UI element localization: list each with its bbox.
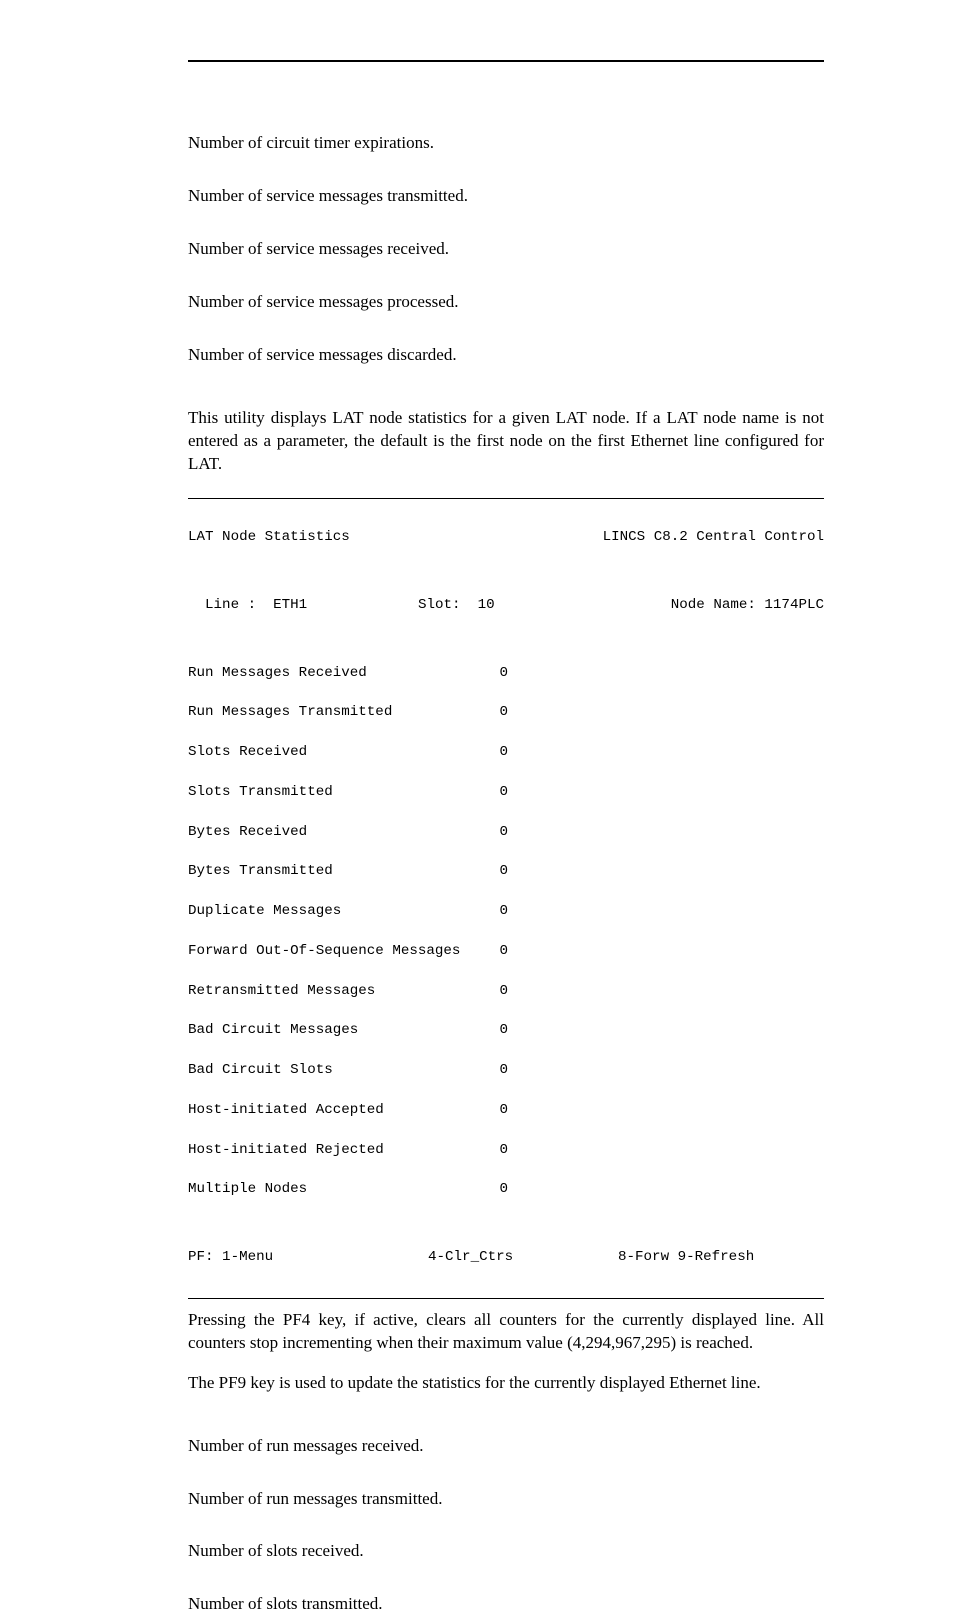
table-row: Retransmitted Messages0	[188, 982, 824, 1002]
table-row: Bytes Received0	[188, 823, 824, 843]
def-slots-transmitted: Number of slots transmitted.	[188, 1593, 824, 1616]
row-value: 0	[488, 1101, 508, 1121]
term-node-field: Node Name: 1174PLC	[671, 596, 824, 616]
row-value: 0	[488, 823, 508, 843]
term-slot-field: Slot: 10	[418, 596, 588, 616]
row-value: 0	[488, 1141, 508, 1161]
row-label: Run Messages Received	[188, 664, 488, 684]
pf9-note: The PF9 key is used to update the statis…	[188, 1372, 824, 1395]
def-circuit-timer: Number of circuit timer expirations.	[188, 132, 824, 155]
row-value: 0	[488, 664, 508, 684]
row-value: 0	[488, 902, 508, 922]
row-label: Bad Circuit Messages	[188, 1021, 488, 1041]
table-row: Host-initiated Rejected0	[188, 1141, 824, 1161]
row-value: 0	[488, 1061, 508, 1081]
row-label: Bytes Transmitted	[188, 862, 488, 882]
terminal-panel: LAT Node Statistics LINCS C8.2 Central Co…	[188, 498, 824, 1299]
row-value: 0	[488, 1180, 508, 1200]
def-svc-received: Number of service messages received.	[188, 238, 824, 261]
row-label: Host-initiated Rejected	[188, 1141, 488, 1161]
pf-clr: 4-Clr_Ctrs	[428, 1248, 618, 1268]
def-slots-received: Number of slots received.	[188, 1540, 824, 1563]
row-label: Duplicate Messages	[188, 902, 488, 922]
row-value: 0	[488, 1021, 508, 1041]
term-system: LINCS C8.2 Central Control	[603, 528, 824, 548]
row-value: 0	[488, 783, 508, 803]
pf-forw-refresh: 8-Forw 9-Refresh	[618, 1248, 754, 1268]
row-value: 0	[488, 743, 508, 763]
def-svc-processed: Number of service messages processed.	[188, 291, 824, 314]
row-label: Multiple Nodes	[188, 1180, 488, 1200]
row-label: Retransmitted Messages	[188, 982, 488, 1002]
table-row: Duplicate Messages0	[188, 902, 824, 922]
page: Number of circuit timer expirations. Num…	[0, 0, 954, 1235]
table-row: Slots Transmitted0	[188, 783, 824, 803]
row-label: Host-initiated Accepted	[188, 1101, 488, 1121]
row-value: 0	[488, 942, 508, 962]
row-label: Bad Circuit Slots	[188, 1061, 488, 1081]
def-svc-transmitted: Number of service messages transmitted.	[188, 185, 824, 208]
table-row: Slots Received0	[188, 743, 824, 763]
table-row: Bad Circuit Slots0	[188, 1061, 824, 1081]
term-line-field: Line : ETH1	[188, 596, 418, 616]
table-row: Multiple Nodes0	[188, 1180, 824, 1200]
pf-menu: PF: 1-Menu	[188, 1248, 428, 1268]
row-label: Forward Out-Of-Sequence Messages	[188, 942, 488, 962]
table-row: Bad Circuit Messages0	[188, 1021, 824, 1041]
table-row: Host-initiated Accepted0	[188, 1101, 824, 1121]
row-label: Run Messages Transmitted	[188, 703, 488, 723]
def-run-received: Number of run messages received.	[188, 1435, 824, 1458]
table-row: Run Messages Received0	[188, 664, 824, 684]
row-label: Slots Transmitted	[188, 783, 488, 803]
def-run-transmitted: Number of run messages transmitted.	[188, 1488, 824, 1511]
row-value: 0	[488, 703, 508, 723]
table-row: Bytes Transmitted0	[188, 862, 824, 882]
row-value: 0	[488, 982, 508, 1002]
term-title: LAT Node Statistics	[188, 528, 350, 548]
pf-keys-row: PF: 1-Menu4-Clr_Ctrs8-Forw 9-Refresh	[188, 1248, 824, 1268]
row-label: Slots Received	[188, 743, 488, 763]
def-svc-discarded: Number of service messages discarded.	[188, 344, 824, 367]
intro-paragraph: This utility displays LAT node statistic…	[188, 407, 824, 476]
table-row: Run Messages Transmitted0	[188, 703, 824, 723]
pf4-note: Pressing the PF4 key, if active, clears …	[188, 1309, 824, 1355]
row-label: Bytes Received	[188, 823, 488, 843]
table-row: Forward Out-Of-Sequence Messages0	[188, 942, 824, 962]
row-value: 0	[488, 862, 508, 882]
top-rule	[188, 60, 824, 62]
